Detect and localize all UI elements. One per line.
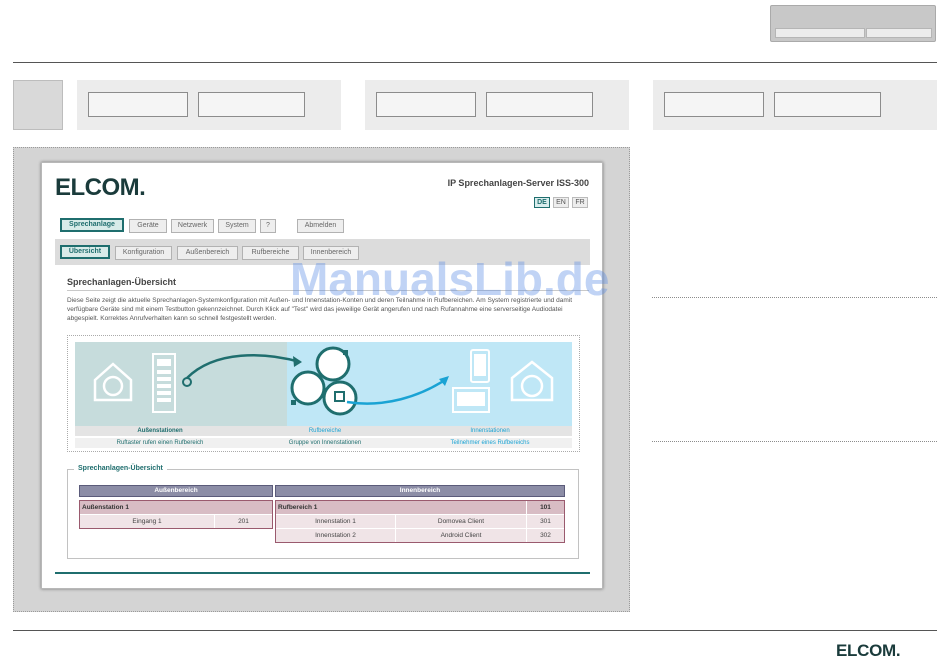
diagram-graphic xyxy=(75,342,572,426)
header-aussenbereich: Außenbereich xyxy=(79,485,273,497)
tab-geraete[interactable]: Geräte xyxy=(129,219,167,233)
nav-slot xyxy=(486,92,593,117)
nav-square xyxy=(13,80,63,130)
document-header-cell xyxy=(775,28,865,38)
indoor-station-number: 301 xyxy=(527,515,564,528)
nav-panel-3 xyxy=(653,80,937,130)
tab-system[interactable]: System xyxy=(218,219,256,233)
nav-slot xyxy=(774,92,881,117)
lang-fr[interactable]: FR xyxy=(572,197,588,208)
label-innenstationen: Innenstationen xyxy=(470,428,510,434)
label-aussenstationen: Außenstationen xyxy=(137,428,183,434)
label-rufbereiche: Rufbereiche xyxy=(308,428,342,434)
system-diagram: Außenstationen Rufbereiche Innenstatione… xyxy=(67,335,580,452)
lang-de[interactable]: DE xyxy=(534,197,550,208)
nav-slot xyxy=(664,92,764,117)
page-title: Sprechanlagen-Übersicht xyxy=(67,277,177,287)
overview-legend: Sprechanlagen-Übersicht xyxy=(74,465,167,472)
elcom-logo: ELCOM. xyxy=(55,174,146,201)
indoor-station-name: Innenstation 2 xyxy=(276,529,395,542)
outdoor-group-name: Außenstation 1 xyxy=(80,501,272,514)
nav-panel-1 xyxy=(77,80,341,130)
bottom-rule xyxy=(13,630,937,631)
card-footer-line xyxy=(55,572,590,574)
caption-aussenstationen: Ruftaster rufen einen Rufbereich xyxy=(116,440,204,446)
indoor-station-name: Innenstation 1 xyxy=(276,515,395,528)
server-title: IP Sprechanlagen-Server ISS-300 xyxy=(447,178,589,188)
document-header-box xyxy=(770,5,936,42)
document-header-cell xyxy=(866,28,932,38)
nav-slot xyxy=(88,92,188,117)
outdoor-station-name: Eingang 1 xyxy=(80,515,214,528)
indoor-station-number: 302 xyxy=(527,529,564,542)
outdoor-station-number: 201 xyxy=(215,515,272,528)
subtab-aussenbereich[interactable]: Außenbereich xyxy=(177,246,238,260)
web-ui-screenshot: ELCOM. IP Sprechanlagen-Server ISS-300 D… xyxy=(41,162,603,589)
diagram-caption-row: Ruftaster rufen einen Rufbereich Gruppe … xyxy=(75,438,572,448)
caption-innenstationen: Teilnehmer eines Rufbereichs xyxy=(450,440,530,446)
header-innenbereich: Innenbereich xyxy=(275,485,565,497)
indoor-block: Rufbereich 1 101 Innenstation 1 Domovea … xyxy=(275,500,565,543)
call-group-number: 101 xyxy=(527,501,564,514)
outdoor-block: Außenstation 1 Eingang 1 201 xyxy=(79,500,273,529)
top-rule xyxy=(13,62,937,63)
subtab-uebersicht[interactable]: Übersicht xyxy=(60,245,110,259)
lang-en[interactable]: EN xyxy=(553,197,569,208)
call-group-name: Rufbereich 1 xyxy=(276,501,526,514)
tab-netzwerk[interactable]: Netzwerk xyxy=(171,219,214,233)
nav-slot xyxy=(376,92,476,117)
nav-slot xyxy=(198,92,305,117)
nav-panel-2 xyxy=(365,80,629,130)
indoor-station-client: Android Client xyxy=(396,529,526,542)
tab-help[interactable]: ? xyxy=(260,219,276,233)
diagram-label-row: Außenstationen Rufbereiche Innenstatione… xyxy=(75,426,572,436)
subtab-konfiguration[interactable]: Konfiguration xyxy=(115,246,172,260)
tab-sprechanlage[interactable]: Sprechanlage xyxy=(60,218,124,232)
caption-rufbereiche: Gruppe von Innenstationen xyxy=(288,440,362,446)
indoor-station-client: Domovea Client xyxy=(396,515,526,528)
right-separator xyxy=(652,441,937,442)
right-separator xyxy=(652,297,937,298)
footer-logo: ELCOM. xyxy=(836,641,901,660)
watermark: ManualsLib.de xyxy=(290,253,610,305)
logout-button[interactable]: Abmelden xyxy=(297,219,344,233)
